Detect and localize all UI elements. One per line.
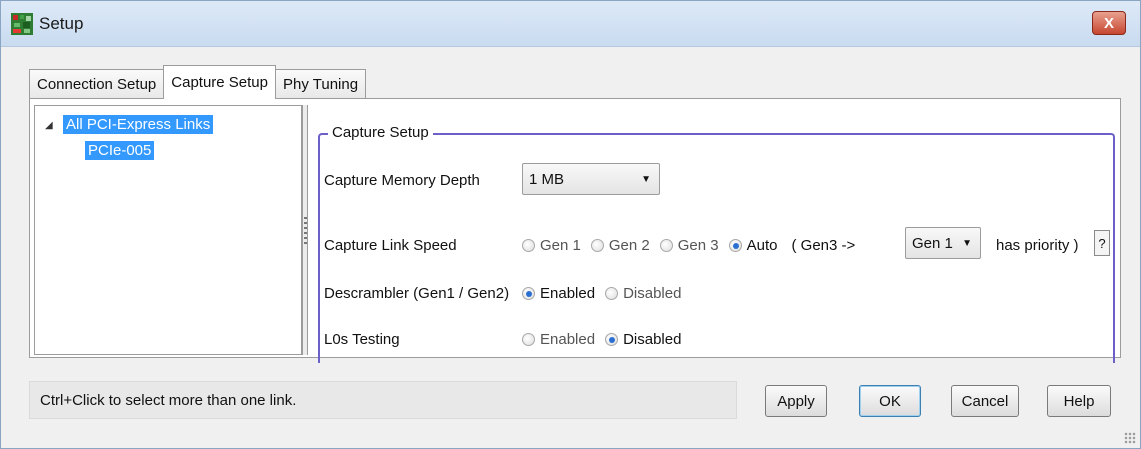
tab-label: Phy Tuning [283,76,359,93]
expand-collapse-icon[interactable]: ◢ [45,120,53,131]
chevron-down-icon: ▼ [641,174,651,185]
link-speed-label: Capture Link Speed [324,237,457,254]
priority-gen-value: Gen 1 [912,234,953,252]
radio-l0s-disabled[interactable]: Disabled [605,331,681,348]
link-speed-help-button[interactable]: ? [1094,230,1110,256]
radio-checked-icon [522,287,535,300]
link-speed-radio-group: Gen 1 Gen 2 Gen 3 Auto ( Gen3 -> [522,237,855,254]
radio-descrambler-enabled[interactable]: Enabled [522,285,595,302]
app-icon [11,13,33,35]
radio-descrambler-disabled[interactable]: Disabled [605,285,681,302]
close-button[interactable]: X [1092,11,1126,35]
status-text: Ctrl+Click to select more than one link. [40,391,297,409]
l0s-testing-label: L0s Testing [324,331,400,348]
title-bar: Setup X [1,1,1140,47]
descrambler-label: Descrambler (Gen1 / Gen2) [324,285,510,302]
gen3-prefix-text: ( Gen3 -> [791,237,856,254]
cancel-button[interactable]: Cancel [951,385,1019,417]
l0s-radio-group: Enabled Disabled [522,331,691,348]
radio-icon [522,239,535,252]
tree-item-pcie-005[interactable]: PCIe-005 [85,141,155,160]
tree-item-all-links[interactable]: All PCI-Express Links [63,115,214,134]
tab-capture-setup[interactable]: Capture Setup [163,65,276,99]
radio-l0s-enabled[interactable]: Enabled [522,331,595,348]
help-button[interactable]: Help [1047,385,1111,417]
radio-icon [605,287,619,300]
tab-label: Capture Setup [171,74,268,91]
radio-gen3[interactable]: Gen 3 [659,237,719,254]
radio-icon [590,239,604,252]
resize-grip-icon[interactable] [1124,432,1136,444]
memory-depth-value: 1 MB [529,170,565,188]
group-title: Capture Setup [328,124,433,141]
window-title: Setup [39,14,84,33]
ok-button[interactable]: OK [859,385,921,417]
tab-label: Connection Setup [37,76,157,93]
chevron-down-icon: ▼ [962,238,972,249]
close-icon: X [1103,14,1114,32]
memory-depth-label: Capture Memory Depth [324,172,480,189]
status-bar: Ctrl+Click to select more than one link. [29,381,737,419]
tree-item-label: All PCI-Express Links [63,115,214,134]
radio-checked-icon [605,333,619,346]
radio-auto[interactable]: Auto [728,237,777,254]
tab-connection-setup[interactable]: Connection Setup [29,69,165,99]
radio-gen1[interactable]: Gen 1 [522,237,581,254]
tab-phy-tuning[interactable]: Phy Tuning [275,69,367,99]
setup-dialog: Setup X Connection Setup Capture Setup P… [0,0,1141,449]
memory-depth-dropdown[interactable]: 1 MB ▼ [522,163,660,195]
radio-gen2[interactable]: Gen 2 [590,237,650,254]
descrambler-radio-group: Enabled Disabled [522,285,691,302]
priority-gen-dropdown[interactable]: Gen 1 ▼ [905,227,981,259]
radio-icon [659,239,673,252]
question-icon: ? [1098,235,1106,251]
capture-setup-group: Capture Setup Capture Memory Depth 1 MB … [318,124,1115,363]
splitter-grip-icon [304,217,307,247]
tab-strip: Connection Setup Capture Setup Phy Tunin… [29,65,367,99]
tree-item-label: PCIe-005 [85,141,155,160]
apply-button[interactable]: Apply [765,385,827,417]
radio-icon [522,333,535,346]
tab-content-panel: ◢ All PCI-Express Links PCIe-005 Capture… [29,98,1121,363]
panel-splitter[interactable] [302,105,308,355]
radio-checked-icon [728,239,742,252]
links-tree[interactable]: ◢ All PCI-Express Links PCIe-005 [34,105,302,355]
priority-suffix-text: has priority ) [996,237,1079,254]
